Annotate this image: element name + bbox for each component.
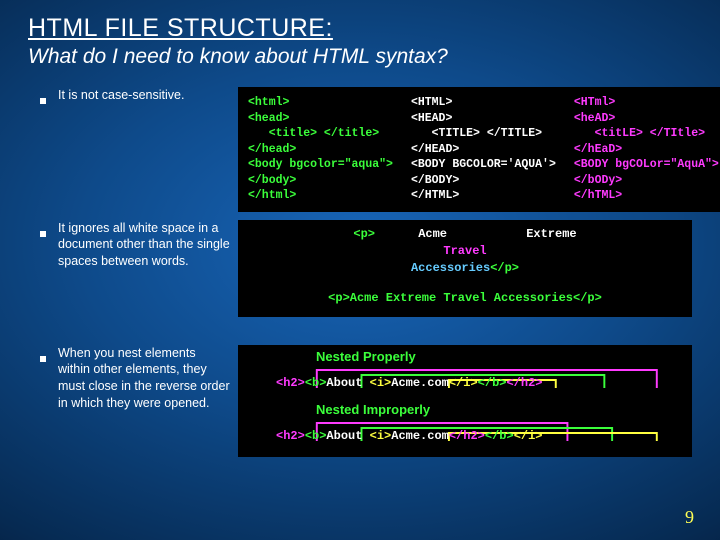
slide-title: HTML FILE STRUCTURE: bbox=[28, 14, 692, 43]
row-case-insensitive: It is not case-sensitive. <html> <head> … bbox=[28, 87, 692, 212]
code-example-case: <html> <head> <title> </title> </head> <… bbox=[238, 87, 720, 212]
code-example-whitespace: <p> Acme Extreme Travel Accessories</p> … bbox=[238, 220, 692, 318]
label-nested-properly: Nested Properly bbox=[316, 349, 684, 364]
row-whitespace: It ignores all white space in a document… bbox=[28, 220, 692, 335]
bullet-text-3: When you nest elements within other elem… bbox=[58, 345, 238, 413]
bullet-icon bbox=[28, 220, 58, 242]
nesting-improper-diagram: <h2><b>About <i>Acme.com</h2></b></i> bbox=[276, 419, 684, 449]
bullet-icon bbox=[28, 87, 58, 109]
label-nested-improperly: Nested Improperly bbox=[316, 402, 684, 417]
slide: HTML FILE STRUCTURE: What do I need to k… bbox=[0, 0, 720, 485]
page-number: 9 bbox=[685, 507, 694, 528]
bullet-text-1: It is not case-sensitive. bbox=[58, 87, 238, 104]
row-nesting: When you nest elements within other elem… bbox=[28, 345, 692, 485]
nesting-proper-diagram: <h2><b>About <i>Acme.com</i></b></h2> bbox=[276, 366, 684, 396]
bullet-text-2: It ignores all white space in a document… bbox=[58, 220, 238, 271]
bullet-icon bbox=[28, 345, 58, 367]
code-example-nesting: Nested Properly <h2><b>About <i>Acme.com… bbox=[238, 345, 692, 457]
slide-content: It is not case-sensitive. <html> <head> … bbox=[28, 87, 692, 485]
slide-subtitle: What do I need to know about HTML syntax… bbox=[28, 45, 692, 69]
